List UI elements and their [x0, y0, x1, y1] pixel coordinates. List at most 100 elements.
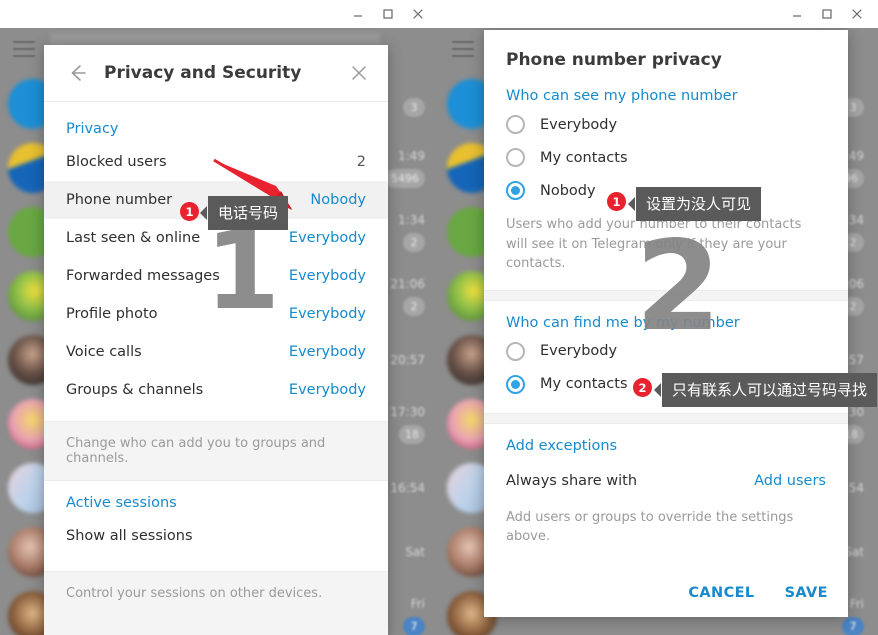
row-forwarded-messages[interactable]: Forwarded messages Everybody [44, 257, 388, 295]
radio-icon[interactable] [506, 148, 525, 167]
chat-meta: 17:30 18 [390, 405, 425, 444]
section-privacy-heading: Privacy [66, 121, 119, 137]
section-who-can-see-heading: Who can see my phone number [506, 88, 738, 104]
right-window: 3 1:49 5496 1:34 2 [439, 0, 878, 635]
row-profile-photo[interactable]: Profile photo Everybody [44, 295, 388, 333]
help-text-see: Users who add your number to their conta… [506, 217, 802, 271]
chat-meta: Sat [405, 545, 425, 559]
radio-see-nobody[interactable]: Nobody [484, 174, 848, 207]
row-phone-number[interactable]: Phone number Nobody [44, 181, 388, 219]
hamburger-icon[interactable] [13, 41, 35, 57]
radio-find-my-contacts[interactable]: My contacts [484, 368, 848, 401]
privacy-and-security-dialog: Privacy and Security Privacy Blocked use… [44, 45, 388, 635]
divider [484, 289, 848, 301]
row-value: Everybody [288, 344, 366, 360]
unread-badge: 7 [842, 616, 864, 635]
row-always-share-with: Always share with Add users [484, 464, 848, 498]
screenshot-root: 3 1:49 5496 1:34 2 21:06 2 20:57 17:30 1… [0, 0, 878, 635]
radio-label: Everybody [540, 343, 618, 359]
row-value: Nobody [310, 192, 366, 208]
cancel-button[interactable]: CANCEL [686, 579, 756, 607]
radio-icon[interactable] [506, 115, 525, 134]
chat-meta: 1:49 5496 [385, 149, 425, 188]
row-label: Last seen & online [66, 230, 201, 246]
unread-badge: 2 [403, 296, 425, 316]
chat-time: Fri [849, 596, 864, 611]
section-who-can-find-heading: Who can find me by my number [506, 314, 740, 331]
unread-badge: 3 [403, 97, 425, 117]
row-label: Show all sessions [66, 528, 193, 544]
right-titlebar [439, 0, 878, 28]
left-window: 3 1:49 5496 1:34 2 21:06 2 20:57 17:30 1… [0, 0, 439, 635]
section-add-exceptions-heading[interactable]: Add exceptions [484, 424, 848, 458]
row-voice-calls[interactable]: Voice calls Everybody [44, 333, 388, 371]
close-icon[interactable] [344, 58, 374, 88]
page-title: Privacy and Security [104, 63, 302, 83]
row-label: Blocked users [66, 154, 167, 170]
minimize-icon[interactable] [343, 1, 373, 27]
radio-icon-selected[interactable] [506, 374, 525, 394]
row-value: Everybody [288, 230, 366, 246]
radio-icon-selected[interactable] [506, 181, 525, 200]
radio-see-everybody[interactable]: Everybody [484, 108, 848, 141]
chat-meta: Fri 7 [403, 597, 425, 635]
row-show-all-sessions[interactable]: Show all sessions [44, 517, 388, 555]
row-groups-and-channels[interactable]: Groups & channels Everybody [44, 371, 388, 409]
radio-icon[interactable] [506, 341, 525, 361]
row-value: Everybody [288, 268, 366, 284]
dialog-header: Privacy and Security [44, 45, 388, 102]
minimize-icon[interactable] [782, 1, 812, 27]
radio-label: My contacts [540, 376, 628, 392]
phone-number-privacy-dialog: Phone number privacy Who can see my phon… [484, 30, 848, 617]
row-label: Profile photo [66, 306, 158, 322]
chat-time: 1:49 [398, 148, 425, 163]
page-title: Phone number privacy [506, 50, 722, 70]
chat-meta: 21:06 2 [390, 277, 425, 316]
close-icon[interactable] [842, 1, 872, 27]
chat-time: 17:30 [390, 404, 425, 419]
unread-badge: 7 [403, 616, 425, 635]
divider [484, 412, 848, 424]
chat-meta: 3 [403, 92, 425, 117]
dialog-actions: CANCEL SAVE [686, 579, 830, 607]
chat-time: Sat [405, 545, 425, 559]
chat-time: Fri [410, 596, 425, 611]
row-value: Everybody [288, 306, 366, 322]
row-value: Everybody [288, 382, 366, 398]
radio-label: My contacts [540, 149, 628, 166]
maximize-icon[interactable] [373, 1, 403, 27]
radio-label: Everybody [540, 116, 618, 133]
chat-time: 21:06 [390, 276, 425, 291]
row-last-seen-online[interactable]: Last seen & online Everybody [44, 219, 388, 257]
unread-badge: 18 [399, 424, 425, 444]
radio-label: Nobody [540, 182, 596, 199]
row-label: Groups & channels [66, 382, 204, 398]
row-label: Voice calls [66, 344, 142, 360]
row-label: Always share with [506, 472, 638, 489]
chat-meta: 1:34 2 [398, 213, 425, 252]
chat-time: 1:34 [398, 212, 425, 227]
note-sessions: Control your sessions on other devices. [44, 571, 388, 635]
close-icon[interactable] [403, 1, 433, 27]
maximize-icon[interactable] [812, 1, 842, 27]
back-arrow-icon[interactable] [62, 58, 92, 88]
add-users-link[interactable]: Add users [754, 473, 826, 489]
left-titlebar [0, 0, 439, 28]
unread-badge: 2 [403, 232, 425, 252]
row-label: Phone number [66, 192, 173, 208]
chat-time: 16:54 [390, 481, 425, 495]
chat-meta: 16:54 [390, 481, 425, 495]
row-label: Forwarded messages [66, 268, 220, 284]
help-text-exceptions: Add users or groups to override the sett… [506, 509, 794, 545]
save-button[interactable]: SAVE [783, 579, 830, 607]
radio-see-my-contacts[interactable]: My contacts [484, 141, 848, 174]
note-groups: Change who can add you to groups and cha… [44, 421, 388, 481]
unread-badge: 5496 [385, 168, 425, 188]
radio-find-everybody[interactable]: Everybody [484, 335, 848, 368]
row-blocked-users[interactable]: Blocked users 2 [44, 143, 388, 181]
section-active-sessions-heading[interactable]: Active sessions [44, 481, 388, 517]
chat-meta: 20:57 [390, 353, 425, 367]
row-value: 2 [356, 154, 366, 170]
chat-time: 20:57 [390, 353, 425, 367]
hamburger-icon[interactable] [452, 41, 474, 57]
